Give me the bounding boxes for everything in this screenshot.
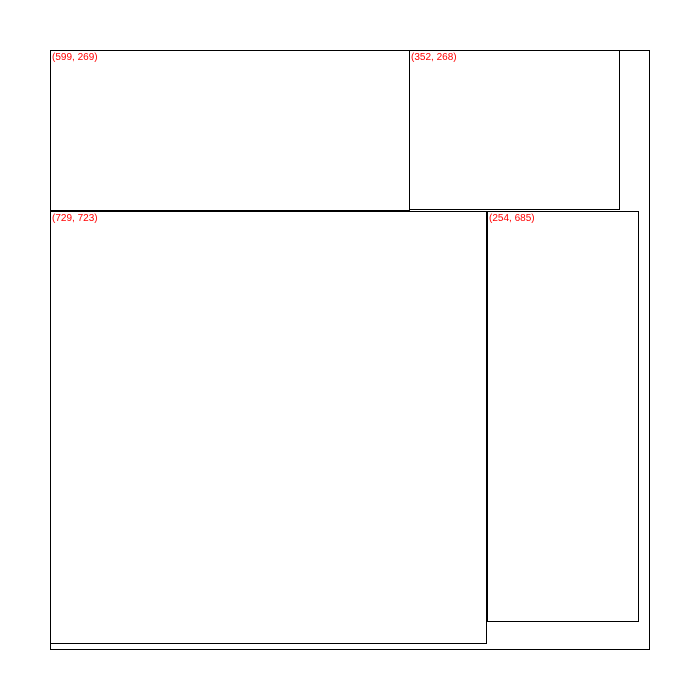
rect-3-label: (729, 723) [52,213,98,224]
packing-diagram: (599, 269) (352, 268) (729, 723) (254, 6… [0,0,700,700]
rect-2-label: (352, 268) [411,52,457,63]
rect-4: (254, 685) [487,211,639,622]
rect-2: (352, 268) [409,50,620,210]
rect-3: (729, 723) [50,211,487,644]
rect-1-label: (599, 269) [52,52,98,63]
rect-1: (599, 269) [50,50,410,211]
rect-4-label: (254, 685) [489,213,535,224]
